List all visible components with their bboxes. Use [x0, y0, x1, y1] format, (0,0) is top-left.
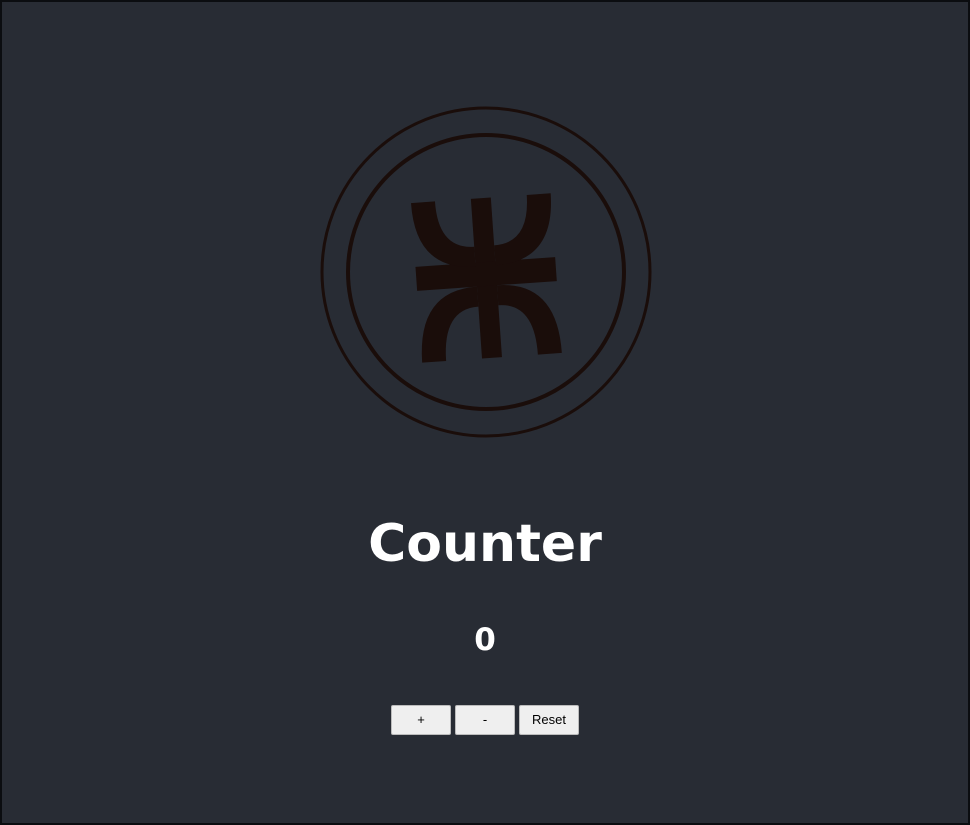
reset-button[interactable]: Reset — [519, 705, 579, 735]
page-title: Counter — [368, 514, 602, 574]
utn-logo-icon — [320, 106, 652, 438]
increment-button[interactable]: + — [391, 705, 451, 735]
app-window: Counter 0 + - Reset — [0, 0, 970, 825]
decrement-button[interactable]: - — [455, 705, 515, 735]
counter-value: 0 — [474, 622, 496, 658]
